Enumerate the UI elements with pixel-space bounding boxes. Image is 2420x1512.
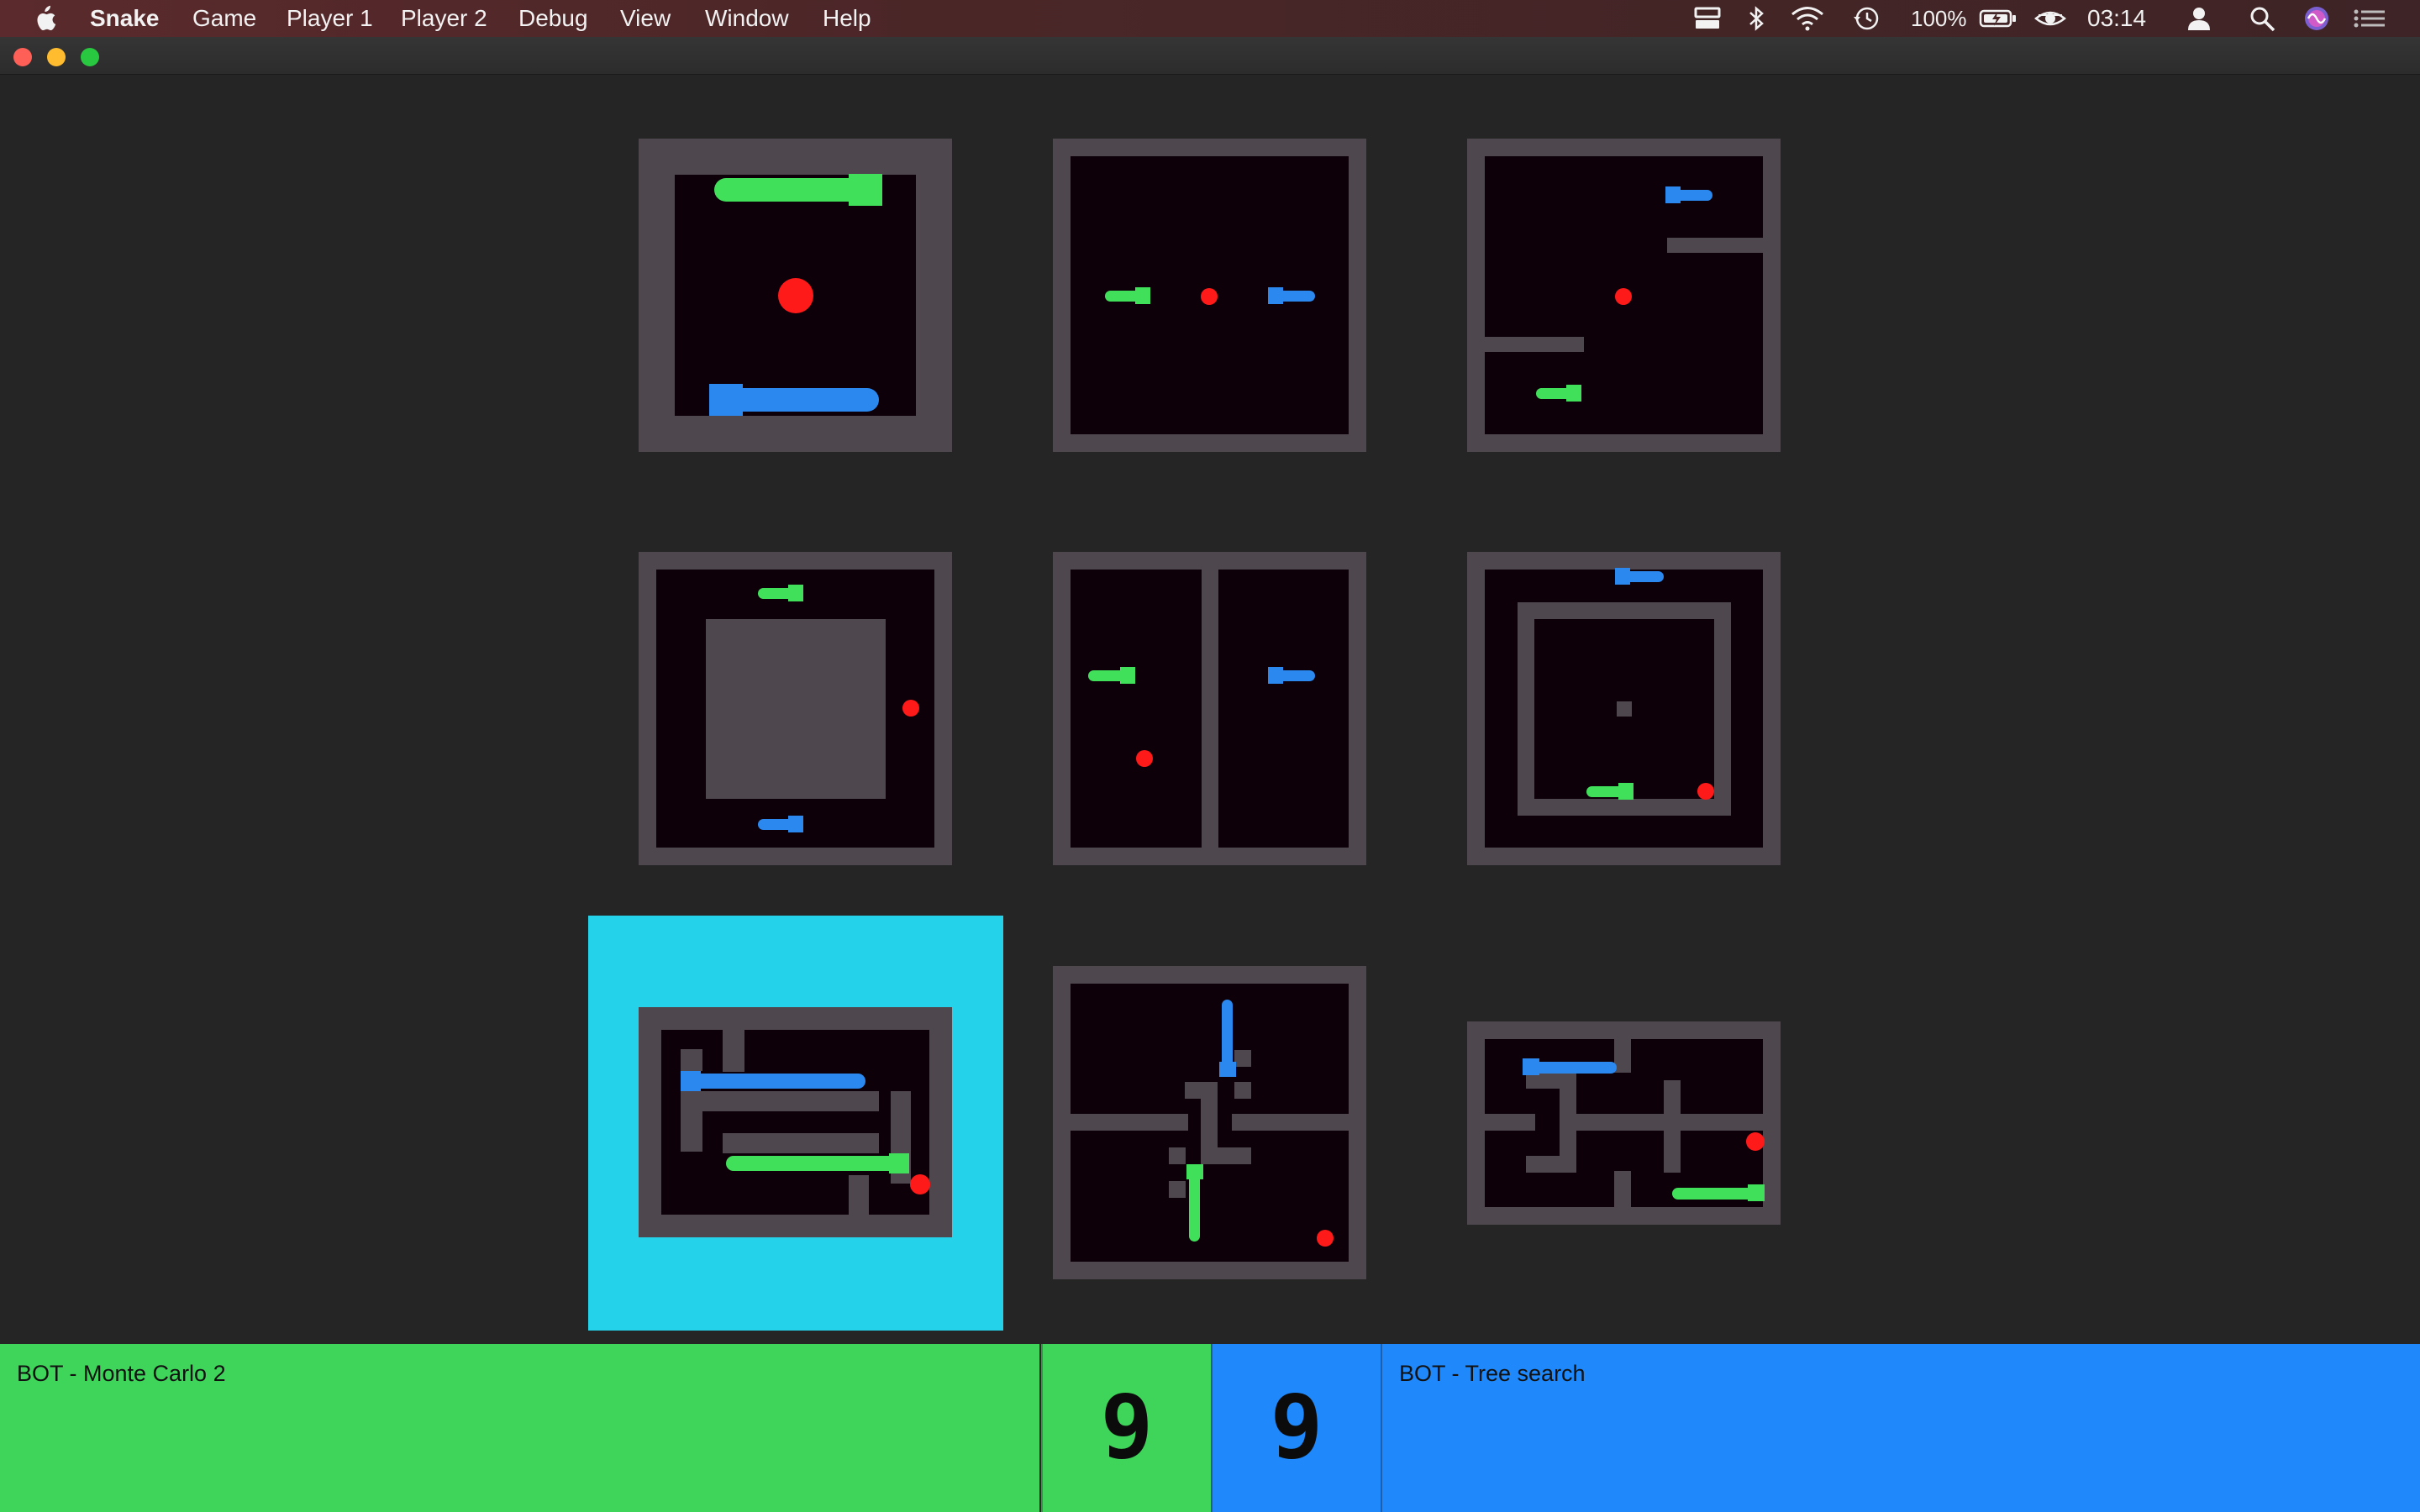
- user-icon[interactable]: [2185, 5, 2213, 32]
- inner-wall: [1169, 1147, 1186, 1164]
- inner-wall: [681, 1049, 702, 1071]
- inner-wall: [1071, 1114, 1188, 1131]
- menu-game[interactable]: Game: [192, 5, 256, 32]
- inner-wall: [723, 1133, 879, 1153]
- menu-debug[interactable]: Debug: [518, 5, 588, 32]
- inner-wall: [1234, 1082, 1251, 1099]
- game-board-6[interactable]: [1467, 552, 1781, 865]
- center-block: [1617, 701, 1632, 717]
- food: [1317, 1230, 1334, 1247]
- menu-clock[interactable]: 03:14: [2087, 5, 2146, 32]
- player2-snake-head: [709, 384, 743, 416]
- player1-snake-head: [849, 174, 882, 206]
- player2-snake: [682, 1074, 865, 1089]
- player2-snake-head: [1268, 667, 1283, 684]
- divider-wall: [1202, 570, 1218, 848]
- player2-snake-head: [1523, 1058, 1539, 1075]
- inner-wall: [1232, 1114, 1349, 1131]
- player1-score-panel: 9: [1041, 1344, 1211, 1512]
- inner-wall: [1201, 1147, 1251, 1164]
- food: [1136, 750, 1153, 767]
- battery-icon[interactable]: [1979, 5, 2018, 32]
- menu-player2[interactable]: Player 2: [401, 5, 487, 32]
- notification-center-icon[interactable]: [2351, 5, 2388, 32]
- player1-snake-head: [1618, 783, 1634, 800]
- inner-wall: [1234, 1050, 1251, 1067]
- player1-snake-head: [1186, 1164, 1203, 1179]
- minimize-button[interactable]: [47, 48, 66, 66]
- battery-percent: 100%: [1911, 6, 1967, 31]
- food: [1697, 783, 1714, 800]
- menu-player1[interactable]: Player 1: [287, 5, 373, 32]
- food: [1746, 1132, 1765, 1151]
- inner-wall: [1667, 238, 1763, 253]
- menu-bar: Snake Game Player 1 Player 2 Debug View …: [0, 0, 2420, 37]
- player1-snake-head: [1748, 1184, 1765, 1201]
- siri-icon[interactable]: [2302, 5, 2331, 32]
- inner-wall: [1485, 1114, 1535, 1131]
- display-icon[interactable]: [1693, 5, 1722, 32]
- player1-snake: [726, 1156, 909, 1171]
- player2-snake-head: [1219, 1062, 1236, 1077]
- player2-snake-head: [1615, 568, 1630, 585]
- game-board-9[interactable]: [1467, 1021, 1781, 1225]
- inner-wall: [1614, 1171, 1631, 1207]
- inner-wall: [681, 1091, 879, 1111]
- player2-snake-head: [1268, 287, 1283, 304]
- inner-wall: [1614, 1039, 1631, 1073]
- food: [902, 700, 919, 717]
- time-machine-icon[interactable]: [1851, 5, 1880, 32]
- inner-wall: [1485, 337, 1584, 352]
- close-button[interactable]: [13, 48, 32, 66]
- player1-score: 9: [1100, 1376, 1154, 1478]
- inner-wall: [1560, 1114, 1763, 1131]
- inner-block: [706, 619, 886, 799]
- menu-app-name[interactable]: Snake: [90, 5, 160, 32]
- game-board-7[interactable]: [639, 1007, 952, 1237]
- player1-panel: BOT - Monte Carlo 2: [0, 1344, 1039, 1512]
- player1-snake-head: [1566, 385, 1581, 402]
- menu-help[interactable]: Help: [823, 5, 871, 32]
- player1-snake-head: [889, 1153, 909, 1173]
- game-board-5[interactable]: [1053, 552, 1366, 865]
- player1-snake-head: [1135, 287, 1150, 304]
- player2-snake-head: [681, 1071, 701, 1091]
- food: [778, 278, 813, 313]
- player1-name: BOT - Monte Carlo 2: [17, 1361, 226, 1386]
- player2-panel: BOT - Tree search: [1381, 1344, 2420, 1512]
- inner-wall: [1664, 1080, 1681, 1173]
- player2-score-panel: 9: [1211, 1344, 1381, 1512]
- inner-wall: [723, 1030, 744, 1072]
- wifi-icon[interactable]: [1790, 5, 1823, 32]
- game-board-3[interactable]: [1467, 139, 1781, 452]
- menu-view[interactable]: View: [620, 5, 671, 32]
- inner-wall: [1185, 1082, 1202, 1099]
- player2-score: 9: [1270, 1376, 1323, 1478]
- eye-icon[interactable]: [2033, 5, 2067, 32]
- player2-snake-head: [1665, 186, 1681, 203]
- menu-window[interactable]: Window: [705, 5, 789, 32]
- window-titlebar: [0, 37, 2420, 75]
- player1-snake-head: [1120, 667, 1135, 684]
- game-board-4[interactable]: [639, 552, 952, 865]
- apple-icon[interactable]: [32, 5, 60, 32]
- score-bar: BOT - Monte Carlo 2 9 9 BOT - Tree searc…: [0, 1344, 2420, 1512]
- food: [1201, 288, 1218, 305]
- player2-name: BOT - Tree search: [1399, 1361, 1586, 1386]
- inner-wall: [1526, 1156, 1576, 1173]
- zoom-button[interactable]: [81, 48, 99, 66]
- game-board-2[interactable]: [1053, 139, 1366, 452]
- search-icon[interactable]: [2249, 5, 2277, 32]
- player1-snake-head: [788, 585, 803, 601]
- game-board-8[interactable]: [1053, 966, 1366, 1279]
- inner-wall: [1169, 1181, 1186, 1198]
- bluetooth-icon[interactable]: [1744, 5, 1772, 32]
- player2-snake-head: [788, 816, 803, 832]
- food: [1615, 288, 1632, 305]
- inner-wall: [849, 1175, 869, 1215]
- food: [910, 1174, 930, 1194]
- inner-wall: [1201, 1082, 1218, 1149]
- game-board-1[interactable]: [639, 139, 952, 452]
